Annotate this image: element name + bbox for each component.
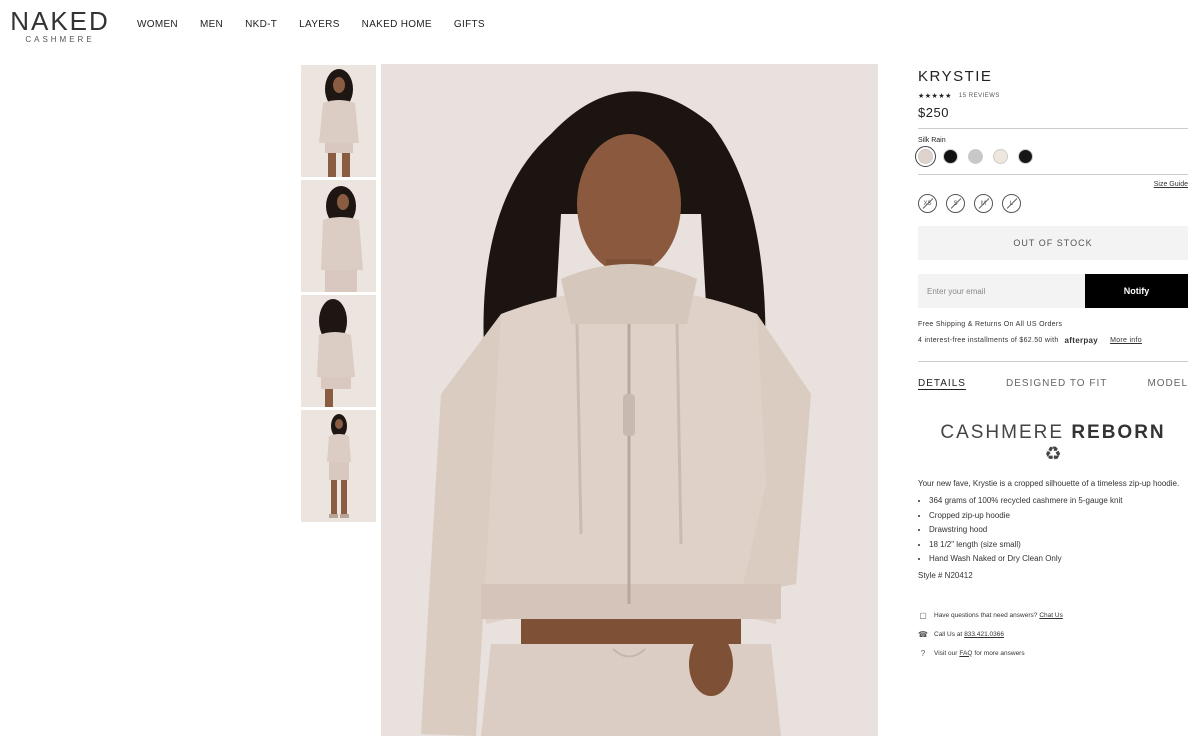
tab-model[interactable]: MODEL — [1147, 378, 1188, 389]
email-input[interactable]: Enter your email — [918, 274, 1085, 308]
size-m[interactable]: M — [974, 194, 993, 213]
product-description: Your new fave, Krystie is a cropped silh… — [918, 479, 1180, 488]
swatch-black-2[interactable] — [1018, 149, 1033, 164]
phone-link[interactable]: 833.421.0366 — [964, 631, 1004, 638]
feature-list: 364 grams of 100% recycled cashmere in 5… — [918, 496, 1188, 563]
product-info-panel: KRYSTIE ★★★★★ 15 REVIEWS $250 Silk Rain … — [915, 64, 1188, 667]
brand-subtitle: CASHMERE — [25, 35, 95, 44]
faq-post-text: for more answers — [974, 649, 1025, 657]
star-rating-icon: ★★★★★ — [918, 93, 952, 100]
size-guide-link[interactable]: Size Guide — [918, 181, 1188, 188]
tab-designed-to-fit[interactable]: DESIGNED TO FIT — [1006, 378, 1107, 389]
list-item: 18 1/2" length (size small) — [929, 540, 1188, 549]
size-selector: XS S M L — [918, 194, 1188, 213]
detail-tabs: DETAILS DESIGNED TO FIT MODEL — [918, 378, 1188, 389]
divider — [918, 174, 1188, 175]
product-title: KRYSTIE — [918, 68, 993, 85]
call-help: ☎ Call Us at 833.421.0366 — [918, 629, 1188, 639]
color-swatches — [915, 146, 1188, 167]
nav-gifts[interactable]: GIFTS — [454, 19, 485, 30]
faq-text: Visit our — [934, 649, 958, 657]
thumbnail-back[interactable] — [301, 295, 376, 407]
faq-help: ? Visit our FAQ for more answers — [918, 648, 1188, 658]
nav-naked-home[interactable]: NAKED HOME — [362, 19, 432, 30]
notify-form: Enter your email Notify — [918, 274, 1188, 308]
product-price: $250 — [918, 105, 949, 120]
notify-button[interactable]: Notify — [1085, 274, 1188, 308]
more-info-link[interactable]: More info — [1110, 337, 1142, 344]
thumbnail-front[interactable] — [301, 65, 376, 177]
question-icon: ? — [920, 648, 926, 658]
brand-logo[interactable]: NAKED CASHMERE — [8, 8, 112, 44]
chat-link[interactable]: Chat Us — [1039, 612, 1062, 619]
main-nav: WOMEN MEN NKD-T LAYERS NAKED HOME GIFTS — [137, 19, 507, 30]
call-text: Call Us at — [934, 630, 963, 638]
thumbnail-gallery — [301, 65, 376, 525]
size-l[interactable]: L — [1002, 194, 1021, 213]
thumbnail-full-length[interactable] — [301, 410, 376, 522]
reborn-light: CASHMERE — [940, 422, 1065, 443]
list-item: Drawstring hood — [929, 525, 1188, 534]
review-count[interactable]: 15 REVIEWS — [959, 93, 1000, 99]
divider — [918, 361, 1188, 362]
cashmere-reborn-logo: CASHMERE REBORN — [918, 422, 1188, 444]
list-item: Cropped zip-up hoodie — [929, 511, 1188, 520]
nav-women[interactable]: WOMEN — [137, 19, 178, 30]
nav-layers[interactable]: LAYERS — [299, 19, 340, 30]
out-of-stock-button[interactable]: OUT OF STOCK — [918, 226, 1188, 260]
reborn-bold: REBORN — [1071, 422, 1166, 443]
color-label: Silk Rain — [918, 137, 946, 144]
list-item: Hand Wash Naked or Dry Clean Only — [929, 554, 1188, 563]
divider — [918, 128, 1188, 129]
chat-help: ▢ Have questions that need answers? Chat… — [918, 610, 1188, 620]
afterpay-row: 4 interest-free installments of $62.50 w… — [918, 336, 1188, 345]
faq-link[interactable]: FAQ — [959, 650, 972, 657]
installments-text: 4 interest-free installments of $62.50 w… — [918, 337, 1059, 344]
thumbnail-side[interactable] — [301, 180, 376, 292]
chat-text: Have questions that need answers? — [934, 611, 1038, 619]
swatch-black[interactable] — [943, 149, 958, 164]
help-section: ▢ Have questions that need answers? Chat… — [918, 610, 1188, 658]
tab-details[interactable]: DETAILS — [918, 378, 966, 389]
brand-name: NAKED — [10, 6, 110, 36]
nav-nkd-t[interactable]: NKD-T — [245, 19, 277, 30]
size-s[interactable]: S — [946, 194, 965, 213]
swatch-cream[interactable] — [993, 149, 1008, 164]
chat-icon: ▢ — [919, 610, 927, 620]
phone-icon: ☎ — [918, 629, 928, 639]
afterpay-logo: afterpay — [1064, 336, 1099, 345]
recycle-icon: ♻ — [1044, 444, 1062, 465]
size-xs[interactable]: XS — [918, 194, 937, 213]
swatch-grey[interactable] — [968, 149, 983, 164]
style-number: Style # N20412 — [918, 571, 973, 580]
list-item: 364 grams of 100% recycled cashmere in 5… — [929, 496, 1188, 505]
rating-row[interactable]: ★★★★★ 15 REVIEWS — [918, 92, 1188, 100]
shipping-note: Free Shipping & Returns On All US Orders — [918, 321, 1063, 328]
main-product-image[interactable] — [381, 64, 878, 736]
nav-men[interactable]: MEN — [200, 19, 223, 30]
swatch-silk-rain[interactable] — [915, 146, 936, 167]
